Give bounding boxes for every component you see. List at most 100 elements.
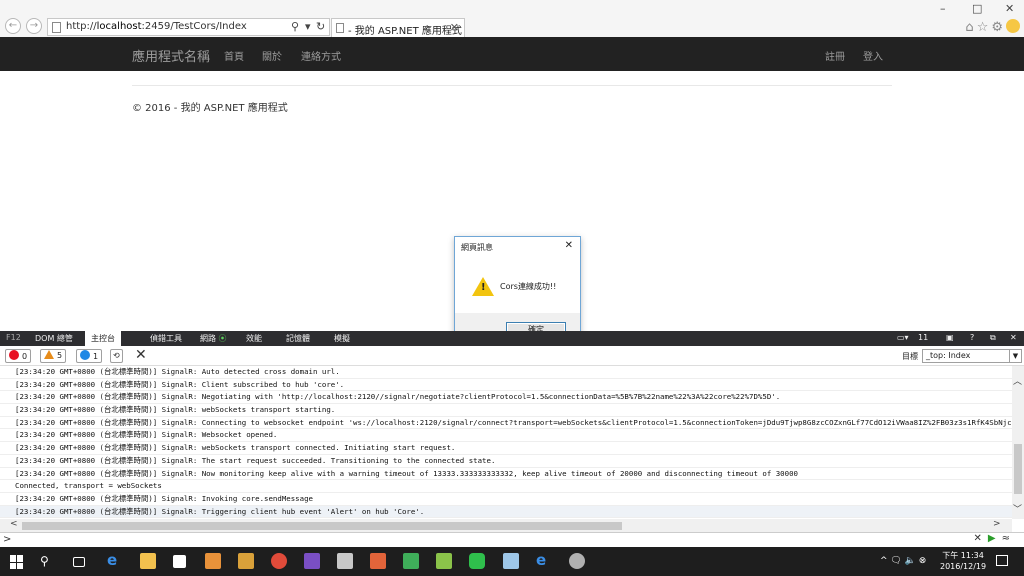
nav-register[interactable]: 註冊 xyxy=(825,48,845,63)
session-counter: 11 xyxy=(918,333,929,342)
console-log-row: [23:34:20 GMT+0800 (台北標準時間)] SignalR: we… xyxy=(0,442,1012,455)
nav-home[interactable]: 首頁 xyxy=(224,48,244,63)
clear-on-navigate-icon[interactable]: ⟲ xyxy=(110,349,123,363)
run-icon[interactable]: ▶ xyxy=(988,533,1002,544)
minimize-button[interactable]: – xyxy=(940,2,946,15)
tab-emulation[interactable]: 模擬 xyxy=(334,333,350,344)
close-window-button[interactable]: ✕ xyxy=(1005,2,1014,15)
browser-tab[interactable]: - 我的 ASP.NET 應用程式 ✕ xyxy=(331,18,465,37)
console-log-row: [23:34:20 GMT+0800 (台北標準時間)] SignalR: Au… xyxy=(0,366,1012,379)
app-green-icon[interactable] xyxy=(403,553,419,569)
nav-login[interactable]: 登入 xyxy=(863,48,883,63)
close-tab-icon[interactable]: ✕ xyxy=(450,21,459,34)
help-icon[interactable]: ? xyxy=(970,333,974,342)
task-view-icon[interactable] xyxy=(73,557,85,567)
internet-explorer-icon[interactable]: e xyxy=(536,551,552,569)
address-url: http://localhost:2459/TestCors/Index xyxy=(66,21,247,32)
tab-dom-explorer[interactable]: DOM 總管 xyxy=(35,333,73,344)
back-arrow-icon[interactable]: ← xyxy=(5,18,21,34)
info-icon xyxy=(80,350,90,360)
tab-console[interactable]: 主控台 xyxy=(85,331,121,346)
close-devtools-icon[interactable]: ✕ xyxy=(1010,333,1017,342)
expand-icon[interactable]: ≈ xyxy=(1002,533,1016,544)
maximize-button[interactable]: □ xyxy=(972,2,982,15)
target-select[interactable]: _top: Index ▼ xyxy=(922,349,1022,363)
warning-exclamation: ! xyxy=(481,282,486,293)
warnings-filter[interactable]: 5 xyxy=(40,349,67,363)
scroll-up-icon[interactable]: ︿ xyxy=(1013,374,1022,387)
chrome-icon[interactable] xyxy=(271,553,287,569)
system-tray[interactable]: ^ 🗨 🔈 ⊗ xyxy=(880,556,926,566)
console-log-row: [23:34:20 GMT+0800 (台北標準時間)] SignalR: Co… xyxy=(0,417,1012,430)
favorites-star-icon[interactable]: ☆ xyxy=(977,20,992,35)
clock-date: 2016/12/19 xyxy=(940,562,987,571)
console-input[interactable]: > ✕▶≈ xyxy=(0,532,1024,547)
app-lime-icon[interactable] xyxy=(436,553,452,569)
vertical-scroll-thumb[interactable] xyxy=(1014,444,1022,494)
dialog-close-icon[interactable]: ✕ xyxy=(565,240,573,251)
start-windows-icon[interactable] xyxy=(10,555,24,569)
screen-icon[interactable]: ▭▾ xyxy=(897,333,909,342)
page-footer: © 2016 - 我的 ASP.NET 應用程式 xyxy=(132,103,288,114)
dropdown-icon[interactable]: ▾ xyxy=(305,20,311,33)
console-toggle-icon[interactable]: ▣ xyxy=(946,333,954,342)
cloud-icon[interactable] xyxy=(370,553,386,569)
tab-debugger[interactable]: 偵錯工具 xyxy=(150,333,182,344)
console-log-row: [23:34:20 GMT+0800 (台北標準時間)] SignalR: we… xyxy=(0,404,1012,417)
console-log-row: [23:34:20 GMT+0800 (台北標準時間)] SignalR: Tr… xyxy=(0,505,1012,519)
folder-icon[interactable] xyxy=(238,553,254,569)
line-icon[interactable] xyxy=(469,553,485,569)
store-icon[interactable] xyxy=(173,555,186,568)
media-player-icon[interactable] xyxy=(205,553,221,569)
clear-input-icon[interactable]: ✕ xyxy=(974,533,988,544)
clock[interactable]: 下午 11:34 2016/12/19 xyxy=(940,550,986,572)
scroll-right-icon[interactable]: > xyxy=(993,519,1001,529)
brand-link[interactable]: 應用程式名稱 xyxy=(132,46,210,65)
file-explorer-icon[interactable] xyxy=(140,553,156,569)
tools-icon[interactable] xyxy=(337,553,353,569)
console-vertical-scrollbar[interactable]: ︿ ﹀ xyxy=(1012,366,1024,519)
f12-label: F12 xyxy=(6,333,21,342)
scroll-left-icon[interactable]: < xyxy=(10,519,18,529)
windows-taskbar: ⚲ e e ^ 🗨 🔈 ⊗ 下午 11:34 2016/12/19 xyxy=(0,547,1024,576)
app-gray-icon[interactable] xyxy=(569,553,585,569)
feedback-smiley-icon[interactable] xyxy=(1006,19,1020,33)
dialog-title: 網頁訊息 xyxy=(461,243,493,252)
search-icon[interactable]: ⚲ xyxy=(291,20,299,33)
settings-gear-icon[interactable]: ⚙ xyxy=(991,20,1006,35)
edge-icon[interactable]: e xyxy=(107,551,123,569)
clear-console-icon[interactable]: ✕ xyxy=(135,347,147,363)
site-navbar: 應用程式名稱 首頁 關於 連絡方式 註冊 登入 xyxy=(0,37,1024,71)
visual-studio-icon[interactable] xyxy=(304,553,320,569)
info-filter[interactable]: 1 xyxy=(76,349,103,363)
refresh-icon[interactable]: ↻ xyxy=(316,20,325,33)
error-icon xyxy=(9,350,19,360)
tab-memory[interactable]: 記憶體 xyxy=(286,333,310,344)
home-icon[interactable]: ⌂ xyxy=(965,20,976,35)
console-log-row: Connected, transport = webSockets xyxy=(0,480,1012,493)
console-prompt: > xyxy=(3,534,12,545)
undock-icon[interactable]: ⧉ xyxy=(990,333,996,343)
console-horizontal-scrollbar[interactable]: < > xyxy=(0,519,1012,532)
notepad-icon[interactable] xyxy=(503,553,519,569)
target-label: 目標 xyxy=(902,352,918,361)
horizontal-scroll-thumb[interactable] xyxy=(22,522,622,530)
errors-filter[interactable]: 0 xyxy=(5,349,32,363)
nav-contact[interactable]: 連絡方式 xyxy=(301,48,341,63)
action-center-icon[interactable] xyxy=(996,555,1008,566)
console-run-icons: ✕▶≈ xyxy=(974,533,1016,544)
tab-title: - 我的 ASP.NET 應用程式 xyxy=(348,26,462,37)
warning-triangle-icon xyxy=(44,350,54,359)
address-bar[interactable]: http://localhost:2459/TestCors/Index ⚲ ▾… xyxy=(47,18,330,36)
console-log-row: [23:34:20 GMT+0800 (台北標準時間)] SignalR: Th… xyxy=(0,455,1012,468)
clock-time: 下午 11:34 xyxy=(942,551,984,560)
console-log-row: [23:34:20 GMT+0800 (台北標準時間)] SignalR: In… xyxy=(0,493,1012,506)
search-icon[interactable]: ⚲ xyxy=(40,554,56,570)
nav-about[interactable]: 關於 xyxy=(262,48,282,63)
forward-arrow-icon[interactable]: → xyxy=(26,18,42,34)
tab-page-icon xyxy=(336,23,344,33)
tab-performance[interactable]: 效能 xyxy=(246,333,262,344)
tab-network[interactable]: 網路 ⦿ xyxy=(200,333,227,344)
scroll-down-icon[interactable]: ﹀ xyxy=(1013,502,1022,515)
console-log-row: [23:34:20 GMT+0800 (台北標準時間)] SignalR: No… xyxy=(0,468,1012,481)
